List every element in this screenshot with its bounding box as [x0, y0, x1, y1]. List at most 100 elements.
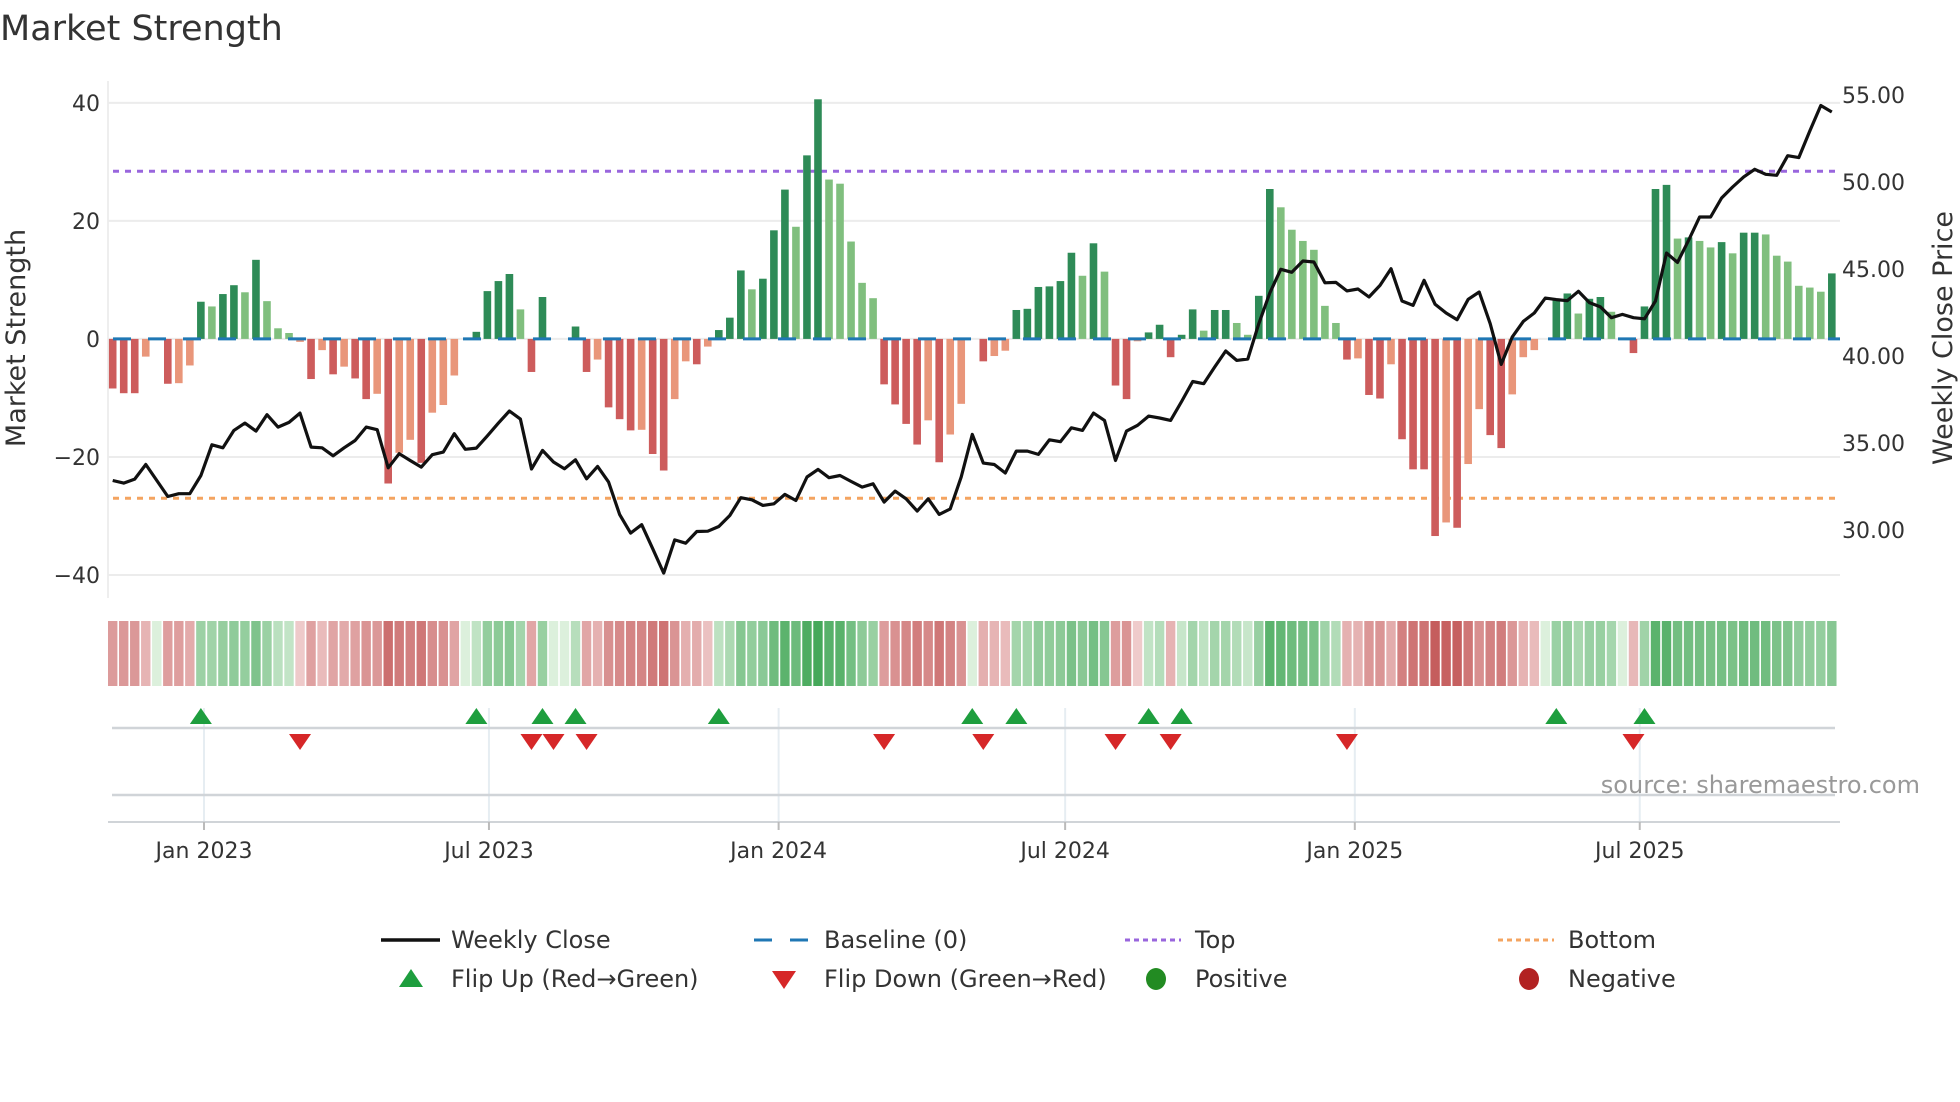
- flip-down-icon: [542, 734, 565, 750]
- heat-cell: [262, 621, 272, 686]
- negative-bar: [902, 338, 910, 424]
- flip-up-icon: [961, 708, 984, 724]
- positive-bar: [737, 270, 745, 339]
- heat-cell: [1595, 621, 1606, 686]
- positive-bar: [1828, 273, 1836, 339]
- negative-bar: [1431, 338, 1439, 537]
- heat-cell: [1639, 621, 1650, 686]
- negative-bar: [130, 338, 139, 394]
- positive-bar: [1805, 287, 1814, 339]
- heat-cell: [317, 621, 327, 686]
- y-tick-label: 0: [86, 328, 100, 353]
- negative-bar: [318, 338, 326, 351]
- heat-cell: [1507, 621, 1517, 686]
- positive-bar: [208, 306, 216, 339]
- positive-bar: [1232, 322, 1241, 339]
- heat-cell: [636, 621, 647, 686]
- heat-cell: [868, 621, 878, 686]
- flip-up-icon: [707, 708, 730, 724]
- legend: Weekly Close Baseline (0) Top Bottom Flip Up…: [381, 926, 1676, 993]
- heat-cell: [1794, 621, 1804, 686]
- positive-bar: [538, 297, 547, 339]
- heat-cell: [1375, 621, 1385, 686]
- heat-cell: [1331, 621, 1341, 686]
- positive-bar: [1640, 306, 1649, 339]
- negative-bar: [681, 338, 690, 362]
- heat-cell: [1132, 621, 1143, 686]
- negative-bar: [648, 338, 657, 454]
- heat-cell: [1672, 621, 1683, 686]
- positive-bar: [483, 291, 492, 339]
- heat-cell: [978, 621, 988, 686]
- heat-cell: [1419, 621, 1429, 686]
- positive-bar: [274, 328, 282, 339]
- heat-cell: [251, 621, 261, 686]
- positive-bar: [1772, 255, 1781, 339]
- heat-cell: [945, 621, 955, 686]
- heat-cell: [1210, 621, 1220, 686]
- heat-cell: [1738, 621, 1749, 686]
- heat-cell: [1827, 621, 1837, 686]
- heat-cell: [747, 621, 757, 686]
- heat-cell: [1397, 621, 1407, 686]
- negative-bar: [1464, 338, 1472, 465]
- heat-cell: [1243, 621, 1253, 686]
- heat-cell: [383, 621, 393, 686]
- legend-label-flip-down: Flip Down (Green→Red): [824, 965, 1107, 993]
- positive-bar: [252, 259, 260, 339]
- legend-label-baseline: Baseline (0): [824, 926, 967, 954]
- x-tick-label: Jul 2023: [442, 839, 534, 864]
- heat-cell: [1320, 621, 1330, 686]
- positive-bar: [571, 326, 580, 339]
- negative-bar: [141, 338, 150, 357]
- heat-cell: [1099, 621, 1110, 686]
- positive-bar: [869, 298, 877, 339]
- positive-bar: [1706, 247, 1715, 339]
- heat-cell: [1650, 621, 1661, 686]
- heat-cell: [526, 621, 537, 686]
- legend-negative-icon: [1519, 968, 1539, 990]
- negative-bar: [329, 338, 337, 375]
- y2-axis-label: Weekly Close Price: [1928, 211, 1959, 465]
- heat-cell: [394, 621, 404, 686]
- positive-bar: [1188, 309, 1197, 339]
- heat-cell: [703, 621, 713, 686]
- heat-cell: [438, 621, 448, 686]
- positive-bar: [781, 189, 789, 339]
- heat-cell: [659, 621, 669, 686]
- negative-bar: [957, 338, 966, 404]
- heat-cell: [1463, 621, 1473, 686]
- positive-bar: [1288, 229, 1296, 339]
- flip-up-icon: [531, 708, 554, 724]
- positive-bar: [1089, 243, 1098, 339]
- heat-cell: [1110, 621, 1121, 686]
- negative-bar: [1354, 338, 1362, 359]
- positive-bar: [825, 179, 833, 339]
- heat-cell: [504, 621, 515, 686]
- heat-strip: [108, 621, 1837, 686]
- heat-cell: [372, 621, 382, 686]
- y-tick-label: 20: [72, 210, 100, 235]
- positive-bar: [1574, 313, 1583, 339]
- positive-bar: [748, 289, 756, 339]
- heat-cell: [1496, 621, 1506, 686]
- negative-bar: [946, 338, 955, 435]
- heat-cell: [493, 621, 504, 686]
- heat-cell: [1276, 621, 1286, 686]
- heat-cell: [1705, 621, 1716, 686]
- heat-cell: [714, 621, 724, 686]
- positive-bar: [1817, 291, 1825, 339]
- negative-bar: [1376, 338, 1384, 399]
- negative-bar: [351, 338, 359, 379]
- negative-bar: [637, 338, 646, 430]
- negative-bar: [626, 338, 635, 431]
- flip-down-icon: [1622, 734, 1645, 750]
- positive-bar: [836, 183, 844, 339]
- positive-bar: [1034, 286, 1043, 339]
- y2-tick-label: 45.00: [1842, 258, 1905, 283]
- heat-cell: [769, 621, 779, 686]
- heat-cell: [295, 621, 305, 686]
- heat-cell: [857, 621, 867, 686]
- positive-bar: [505, 273, 514, 339]
- heat-cell: [890, 621, 900, 686]
